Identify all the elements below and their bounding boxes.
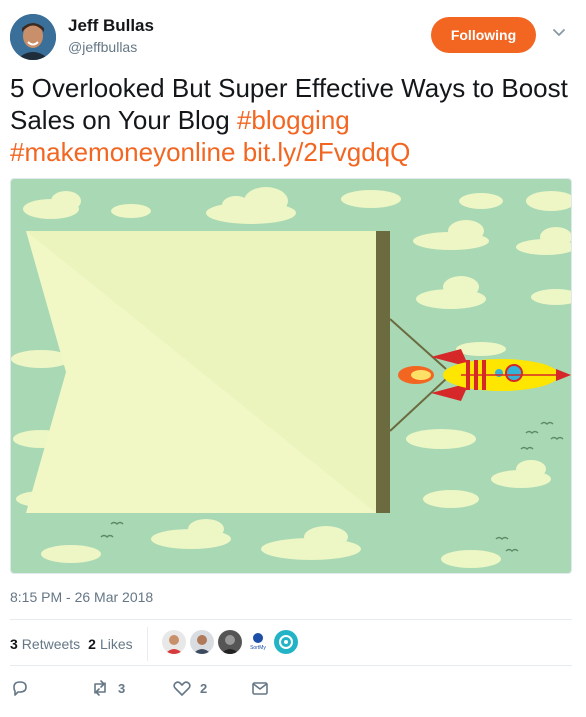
like-count: 2 (200, 680, 208, 696)
likes-count[interactable]: 2 (88, 636, 96, 652)
avatar-image (10, 14, 56, 60)
svg-text:SortMy: SortMy (250, 645, 266, 651)
user-avatar[interactable] (10, 14, 56, 60)
hashtag-makemoneyonline[interactable]: #makemoneyonline (10, 137, 235, 167)
chevron-down-icon[interactable] (550, 24, 568, 42)
rocket-banner-illustration (11, 179, 571, 573)
retweets-label[interactable]: Retweets (22, 636, 80, 652)
tweet-timestamp[interactable]: 8:15 PM - 26 Mar 2018 (10, 589, 153, 605)
tweet-header: Jeff Bullas @jeffbullas Following (10, 10, 576, 60)
liker-avatar-4[interactable]: SortMy (246, 630, 270, 654)
liker-avatar-2[interactable] (190, 630, 214, 654)
stats-separator (147, 627, 148, 661)
envelope-icon (252, 682, 268, 695)
following-button[interactable]: Following (431, 17, 536, 53)
tweet-link[interactable]: bit.ly/2FvgdqQ (243, 137, 411, 167)
user-handle[interactable]: @jeffbullas (68, 39, 137, 55)
reply-icon (13, 681, 27, 696)
banner-pole (376, 231, 390, 513)
retweet-count: 3 (118, 680, 126, 696)
retweet-icon (94, 680, 106, 696)
direct-message-button[interactable] (250, 678, 270, 698)
liker-avatar-5[interactable] (274, 630, 298, 654)
retweets-count[interactable]: 3 (10, 636, 18, 652)
reply-button[interactable] (10, 678, 38, 698)
like-button[interactable]: 2 (172, 678, 207, 698)
tweet-media-image[interactable] (10, 178, 572, 574)
divider-bottom (10, 665, 572, 666)
heart-icon (173, 681, 191, 696)
tweet-actions: 3 2 (10, 678, 572, 702)
liker-avatar-3[interactable] (218, 630, 242, 654)
liker-avatar-1[interactable] (162, 630, 186, 654)
divider-top (10, 619, 572, 620)
tweet-stats: 3 Retweets 2 Likes (10, 630, 141, 658)
likes-label[interactable]: Likes (100, 636, 133, 652)
user-name[interactable]: Jeff Bullas (68, 16, 154, 36)
hashtag-blogging[interactable]: #blogging (237, 105, 350, 135)
retweet-button[interactable]: 3 (90, 678, 125, 698)
tweet-text: 5 Overlooked But Super Effective Ways to… (10, 72, 570, 168)
